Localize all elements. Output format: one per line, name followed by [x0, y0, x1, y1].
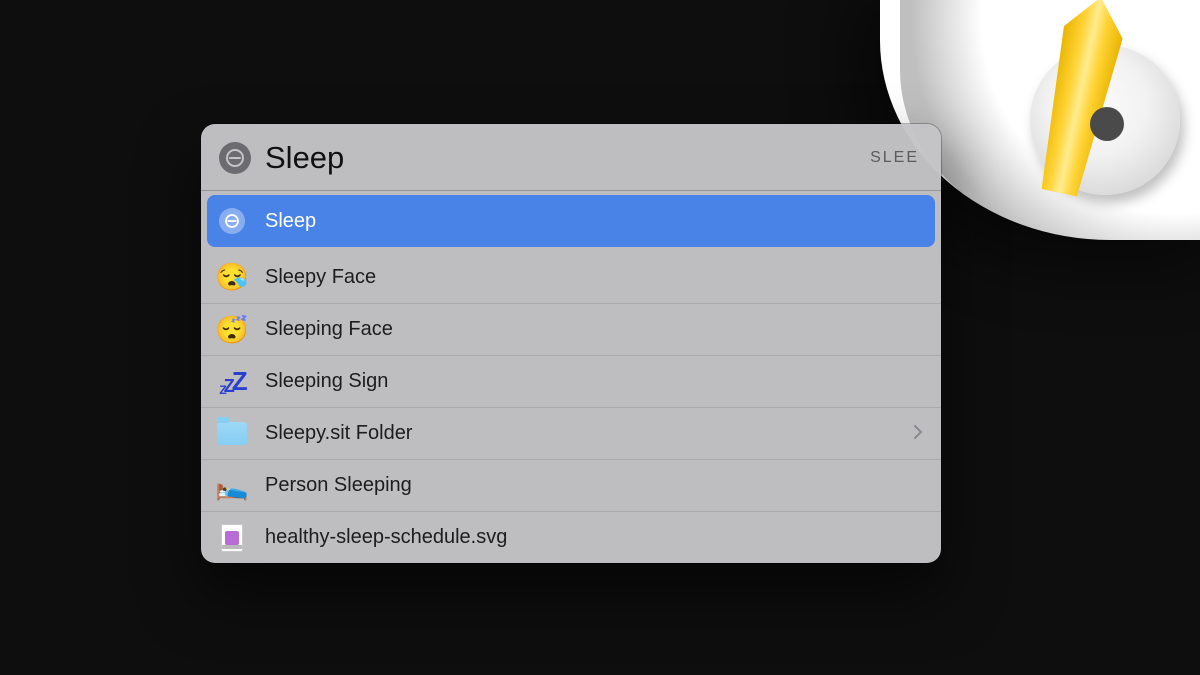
sleeping-face-emoji-icon: 😴 [215, 313, 249, 347]
result-label: Person Sleeping [265, 474, 923, 497]
result-item[interactable]: Sleep [207, 195, 935, 247]
sleepy-face-emoji-icon: 😪 [215, 260, 249, 294]
search-panel: Sleep SLEE Sleep 😪 Sleepy Face 😴 Sleepin… [201, 124, 941, 563]
do-not-disturb-icon [219, 142, 251, 174]
search-header: Sleep SLEE [201, 124, 941, 191]
logo-disc-hole [1090, 107, 1124, 141]
search-shortcut-hint: SLEE [870, 149, 919, 167]
result-label: Sleeping Sign [265, 370, 923, 393]
result-item[interactable]: 🛌 Person Sleeping [201, 459, 941, 511]
results-list: Sleep 😪 Sleepy Face 😴 Sleeping Face ZZZ … [201, 195, 941, 563]
result-item[interactable]: healthy-sleep-schedule.svg [201, 511, 941, 563]
result-label: healthy-sleep-schedule.svg [265, 526, 923, 549]
result-label: Sleeping Face [265, 318, 923, 341]
svg-file-icon [215, 521, 249, 555]
result-item[interactable]: Sleepy.sit Folder [201, 407, 941, 459]
search-input[interactable]: Sleep [265, 140, 344, 176]
do-not-disturb-icon [215, 204, 249, 238]
result-item[interactable]: 😪 Sleepy Face [201, 251, 941, 303]
zzz-icon: ZZZ [215, 365, 249, 399]
person-in-bed-emoji-icon: 🛌 [215, 469, 249, 503]
result-label: Sleepy Face [265, 266, 923, 289]
chevron-right-icon [914, 423, 923, 444]
result-item[interactable]: 😴 Sleeping Face [201, 303, 941, 355]
app-logo [990, 15, 1170, 195]
result-item[interactable]: ZZZ Sleeping Sign [201, 355, 941, 407]
folder-icon [215, 417, 249, 451]
result-label: Sleep [265, 210, 923, 233]
result-label: Sleepy.sit Folder [265, 422, 898, 445]
